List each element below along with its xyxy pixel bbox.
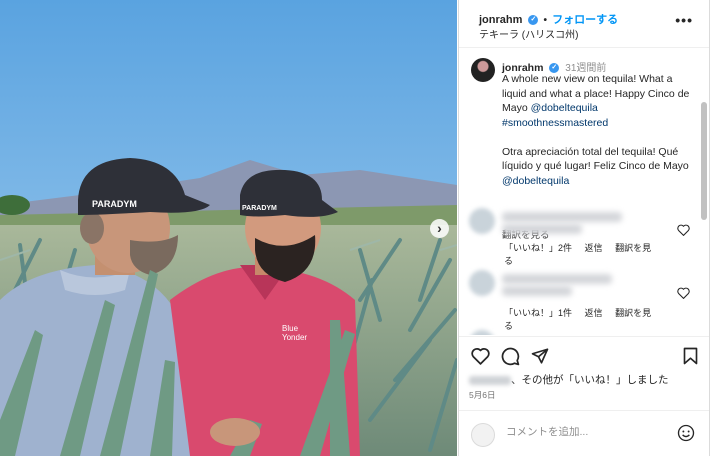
next-photo-button[interactable]: › — [430, 219, 449, 238]
comment-likes[interactable]: 「いいね！」1件 — [504, 308, 572, 318]
mention-link-2[interactable]: @dobeltequila — [502, 175, 569, 187]
reply-button[interactable]: 返信 — [585, 308, 603, 318]
blurred-liker-name — [469, 375, 511, 385]
location-link[interactable]: テキーラ (ハリスコ州) — [479, 26, 578, 41]
comments-scrollbar[interactable] — [701, 102, 707, 220]
commenter-avatar[interactable] — [469, 208, 495, 234]
likes-summary[interactable]: 、その他が「いいね！」しました — [469, 372, 669, 387]
separator-dot: • — [543, 15, 548, 26]
more-options-icon[interactable]: ••• — [675, 12, 693, 28]
follow-button[interactable]: フォローする — [552, 14, 618, 26]
likes-text: 、その他が「いいね！」しました — [511, 374, 669, 386]
blurred-comment-text — [502, 286, 572, 296]
share-send-icon[interactable] — [531, 347, 549, 365]
shirt-logo-line1: Blue — [282, 324, 299, 333]
comment-actions: 「いいね！」2件 返信 翻訳を見る — [504, 241, 659, 267]
commenter-avatar[interactable] — [469, 330, 495, 335]
blurred-comment-text — [502, 224, 582, 234]
shirt-logo-line2: Yonder — [282, 333, 307, 342]
hashtag-link[interactable]: #smoothnessmastered — [502, 117, 608, 129]
like-heart-icon[interactable] — [471, 347, 490, 365]
add-comment-bar — [459, 410, 709, 457]
header-username[interactable]: jonrahm — [479, 14, 522, 26]
add-comment-input[interactable] — [504, 425, 658, 439]
caption-avatar[interactable] — [471, 58, 495, 82]
post-panel: jonrahm ✓ • フォローする テキーラ (ハリスコ州) ••• jonr… — [458, 0, 710, 456]
comment-like-icon[interactable] — [677, 224, 690, 236]
reply-button[interactable]: 返信 — [585, 243, 603, 253]
header-user-row: jonrahm ✓ • フォローする — [479, 11, 618, 27]
bookmark-icon[interactable] — [683, 347, 698, 365]
comment-bubble-icon[interactable] — [501, 347, 520, 366]
current-user-avatar — [471, 423, 495, 447]
verified-badge-icon: ✓ — [528, 15, 539, 26]
comment-like-icon[interactable] — [677, 287, 690, 299]
cap-brand-right: PARADYM — [242, 205, 277, 212]
caption-text: A whole new view on tequila! What a liqu… — [502, 72, 692, 188]
post-date[interactable]: 5月6日 — [469, 389, 495, 401]
photo-scene: PARADYM PARADYM Blue Yonder — [0, 0, 457, 456]
blurred-comment-text — [502, 274, 612, 284]
comment-actions: 「いいね！」1件 返信 翻訳を見る — [504, 306, 659, 332]
post-photo[interactable]: PARADYM PARADYM Blue Yonder › — [0, 0, 457, 456]
post-actions — [459, 336, 709, 377]
blurred-comment-text — [502, 212, 622, 222]
post-header: jonrahm ✓ • フォローする テキーラ (ハリスコ州) ••• — [459, 0, 709, 48]
commenter-avatar[interactable] — [469, 270, 495, 296]
mention-link[interactable]: @dobeltequila — [531, 102, 598, 114]
comments-section[interactable]: jonrahm ✓ 31週間前 A whole new view on tequ… — [459, 48, 709, 335]
comment-likes[interactable]: 「いいね！」2件 — [504, 243, 572, 253]
caption-es: Otra apreciación total del tequila! Qué … — [502, 145, 689, 173]
cap-brand-left: PARADYM — [92, 199, 137, 209]
emoji-icon[interactable] — [677, 424, 695, 442]
